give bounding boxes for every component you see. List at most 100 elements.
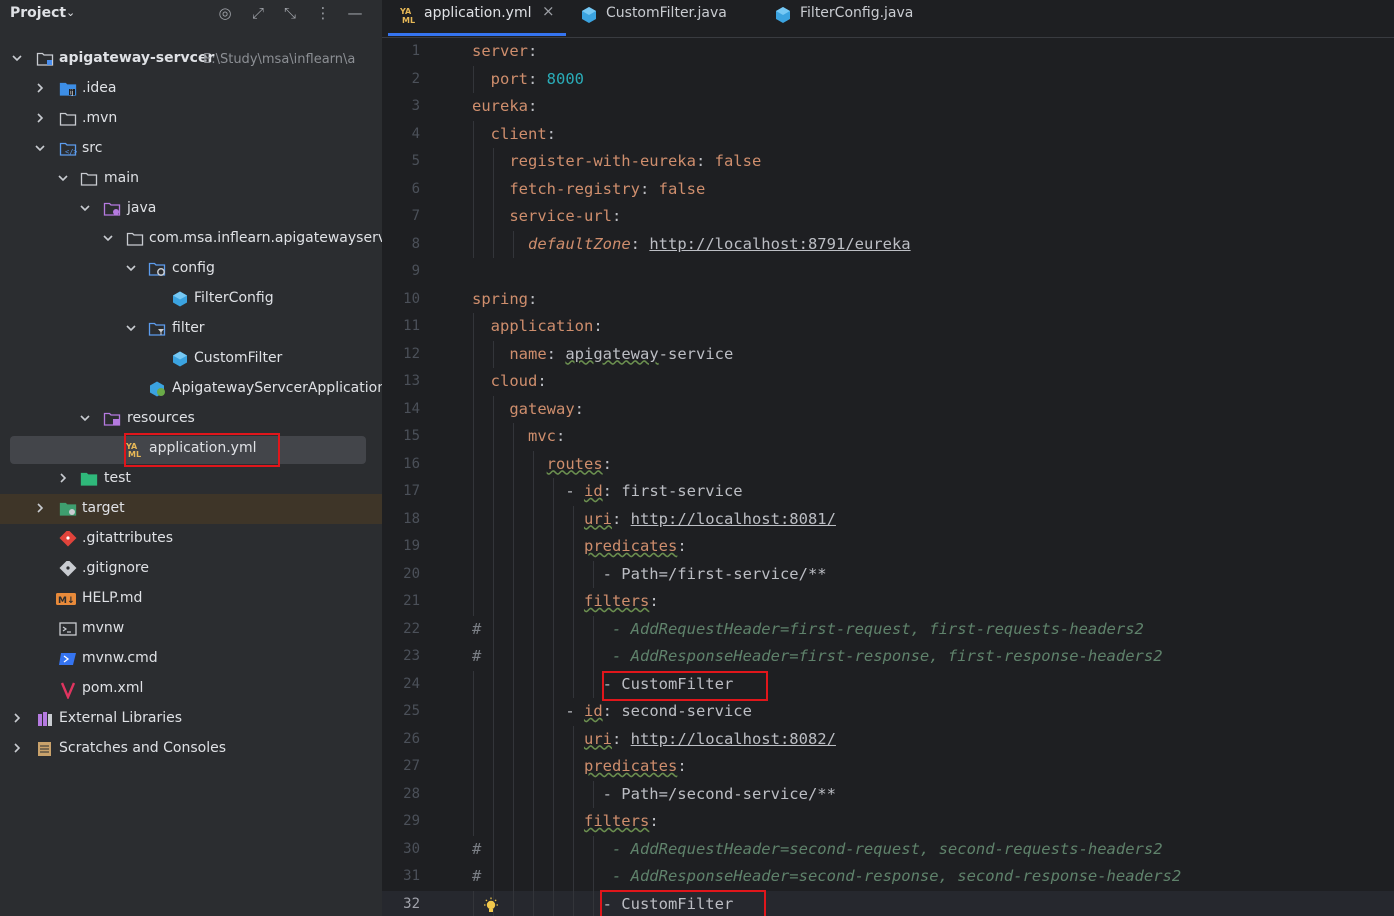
tree-item[interactable]: mvnw.cmd [0,644,382,674]
code-line[interactable]: 8 defaultZone: http://localhost:8791/eur… [382,230,1394,258]
code-line[interactable]: 4 client: [382,120,1394,148]
chevron-right-icon[interactable] [35,503,45,513]
line-number: 9 [411,263,420,279]
chevron-down-icon[interactable] [103,233,113,243]
more-options-icon[interactable]: ⋮ [313,4,333,22]
code-line[interactable]: 18 uri: http://localhost:8081/ [382,505,1394,533]
chevron-down-icon[interactable]: ⌄ [66,6,75,19]
chevron-down-icon[interactable] [35,143,45,153]
code-line[interactable]: 24 - CustomFilter [382,670,1394,701]
idea-folder-icon: ij [59,81,77,97]
code-line[interactable]: 29 filters: [382,808,1394,836]
code-line[interactable]: 6 fetch-registry: false [382,175,1394,203]
tree-item[interactable]: </> src [0,134,382,164]
tree-item[interactable]: YA ML application.yml [0,433,382,467]
cmd-file-icon [59,651,77,667]
line-text: register-with-eureka: false [472,152,761,170]
chevron-right-icon[interactable] [35,113,45,123]
code-line[interactable]: 2 port: 8000 [382,65,1394,93]
tree-item[interactable]: Scratches and Consoles [0,734,382,764]
tree-item[interactable]: test [0,464,382,494]
tree-item[interactable]: External Libraries [0,704,382,734]
code-line[interactable]: 26 uri: http://localhost:8082/ [382,725,1394,753]
chevron-right-icon[interactable] [12,743,22,753]
project-title[interactable]: Project [10,5,66,21]
chevron-right-icon[interactable] [58,473,68,483]
code-line[interactable]: 14 gateway: [382,395,1394,423]
hide-panel-icon[interactable]: — [345,4,365,22]
tree-item[interactable]: java [0,194,382,224]
tree-item[interactable]: mvnw [0,614,382,644]
code-line[interactable]: 12 name: apigateway-service [382,340,1394,368]
code-line[interactable]: 1 server: [382,38,1394,66]
tree-item[interactable]: target [0,494,382,524]
editor-tab-bar: YA ML application.yml × CustomFilter.java… [382,0,1394,38]
code-line[interactable]: 3 eureka: [382,93,1394,121]
code-line[interactable]: 28 - Path=/second-service/** [382,780,1394,808]
code-token: false [714,152,762,170]
tree-item[interactable]: .gitignore [0,554,382,584]
code-token: : [695,152,715,170]
highlight-box [600,889,766,916]
code-line[interactable]: 17 - id: first-service [382,478,1394,506]
collapse-all-icon[interactable]: ⤡ [280,4,300,22]
line-number: 17 [403,483,420,499]
tree-item[interactable]: M↓ HELP.md [0,584,382,614]
code-editor[interactable]: 1 server: 2 port: 8000 3 eureka: 4 client: 5 r… [382,38,1394,916]
code-line[interactable]: 25 - id: second-service [382,698,1394,726]
chevron-right-icon[interactable] [35,83,45,93]
chevron-down-icon[interactable] [80,203,90,213]
code-line[interactable]: 5 register-with-eureka: false [382,148,1394,176]
code-line[interactable]: 22 # - AddRequestHeader=first-request, fi… [382,615,1394,643]
line-number: 2 [411,70,420,87]
tree-item[interactable]: filter [0,314,382,344]
tree-item[interactable]: FilterConfig [0,284,382,314]
tree-item[interactable]: ApigatewayServcerApplication [0,374,382,404]
code-line[interactable]: 15 mvc: [382,423,1394,451]
chevron-right-icon[interactable] [12,713,22,723]
tree-item[interactable]: config [0,254,382,284]
code-token: cloud [472,372,538,390]
code-line[interactable]: 27 predicates: [382,753,1394,781]
code-line[interactable]: 30 # - AddRequestHeader=second-request, s… [382,835,1394,863]
lightbulb-icon[interactable] [482,897,500,916]
close-tab-icon[interactable]: × [542,2,555,20]
tree-item[interactable]: apigateway-servcer E:\Study\msa\inflearn\… [0,44,382,74]
tab-filterconfig-java[interactable]: FilterConfig.java [774,0,934,37]
code-line[interactable]: 19 predicates: [382,533,1394,561]
code-line[interactable]: 7 service-url: [382,203,1394,231]
code-line[interactable]: 23 # - AddResponseHeader=first-response, … [382,643,1394,671]
code-line[interactable]: 9 [382,258,1394,286]
code-line[interactable]: 16 routes: [382,450,1394,478]
chevron-down-icon[interactable] [12,53,22,63]
tree-item-label: External Libraries [59,710,182,726]
chevron-down-icon[interactable] [80,413,90,423]
code-line[interactable]: 31 # - AddResponseHeader=second-response,… [382,863,1394,891]
line-text: application: [472,317,603,335]
class-icon [580,5,598,31]
chevron-down-icon[interactable] [126,263,136,273]
code-line[interactable]: 11 application: [382,313,1394,341]
tree-item[interactable]: ij .idea [0,74,382,104]
chevron-down-icon[interactable] [58,173,68,183]
code-line[interactable]: 20 - Path=/first-service/** [382,560,1394,588]
tree-item[interactable]: resources [0,404,382,434]
line-text: gateway: [472,400,584,418]
chevron-down-icon[interactable] [126,323,136,333]
code-line[interactable]: 32 - CustomFilter [382,889,1394,916]
tab-application-yml[interactable]: YA ML application.yml × [399,0,566,37]
tree-item[interactable]: .mvn [0,104,382,134]
code-line[interactable]: 10 spring: [382,286,1394,314]
tree-item[interactable]: com.msa.inflearn.apigatewayservce [0,224,382,254]
tree-item[interactable]: main [0,164,382,194]
tree-item[interactable]: CustomFilter [0,344,382,374]
tree-item[interactable]: pom.xml [0,674,382,704]
code-token: : [546,344,566,363]
target-icon[interactable]: ◎ [215,4,235,22]
code-line[interactable]: 13 cloud: [382,368,1394,396]
code-line[interactable]: 21 filters: [382,588,1394,616]
tree-item[interactable]: .gitattributes [0,524,382,554]
expand-all-icon[interactable]: ⤢ [248,4,268,22]
code-token: -service [658,344,734,363]
tab-customfilter-java[interactable]: CustomFilter.java [580,0,740,37]
